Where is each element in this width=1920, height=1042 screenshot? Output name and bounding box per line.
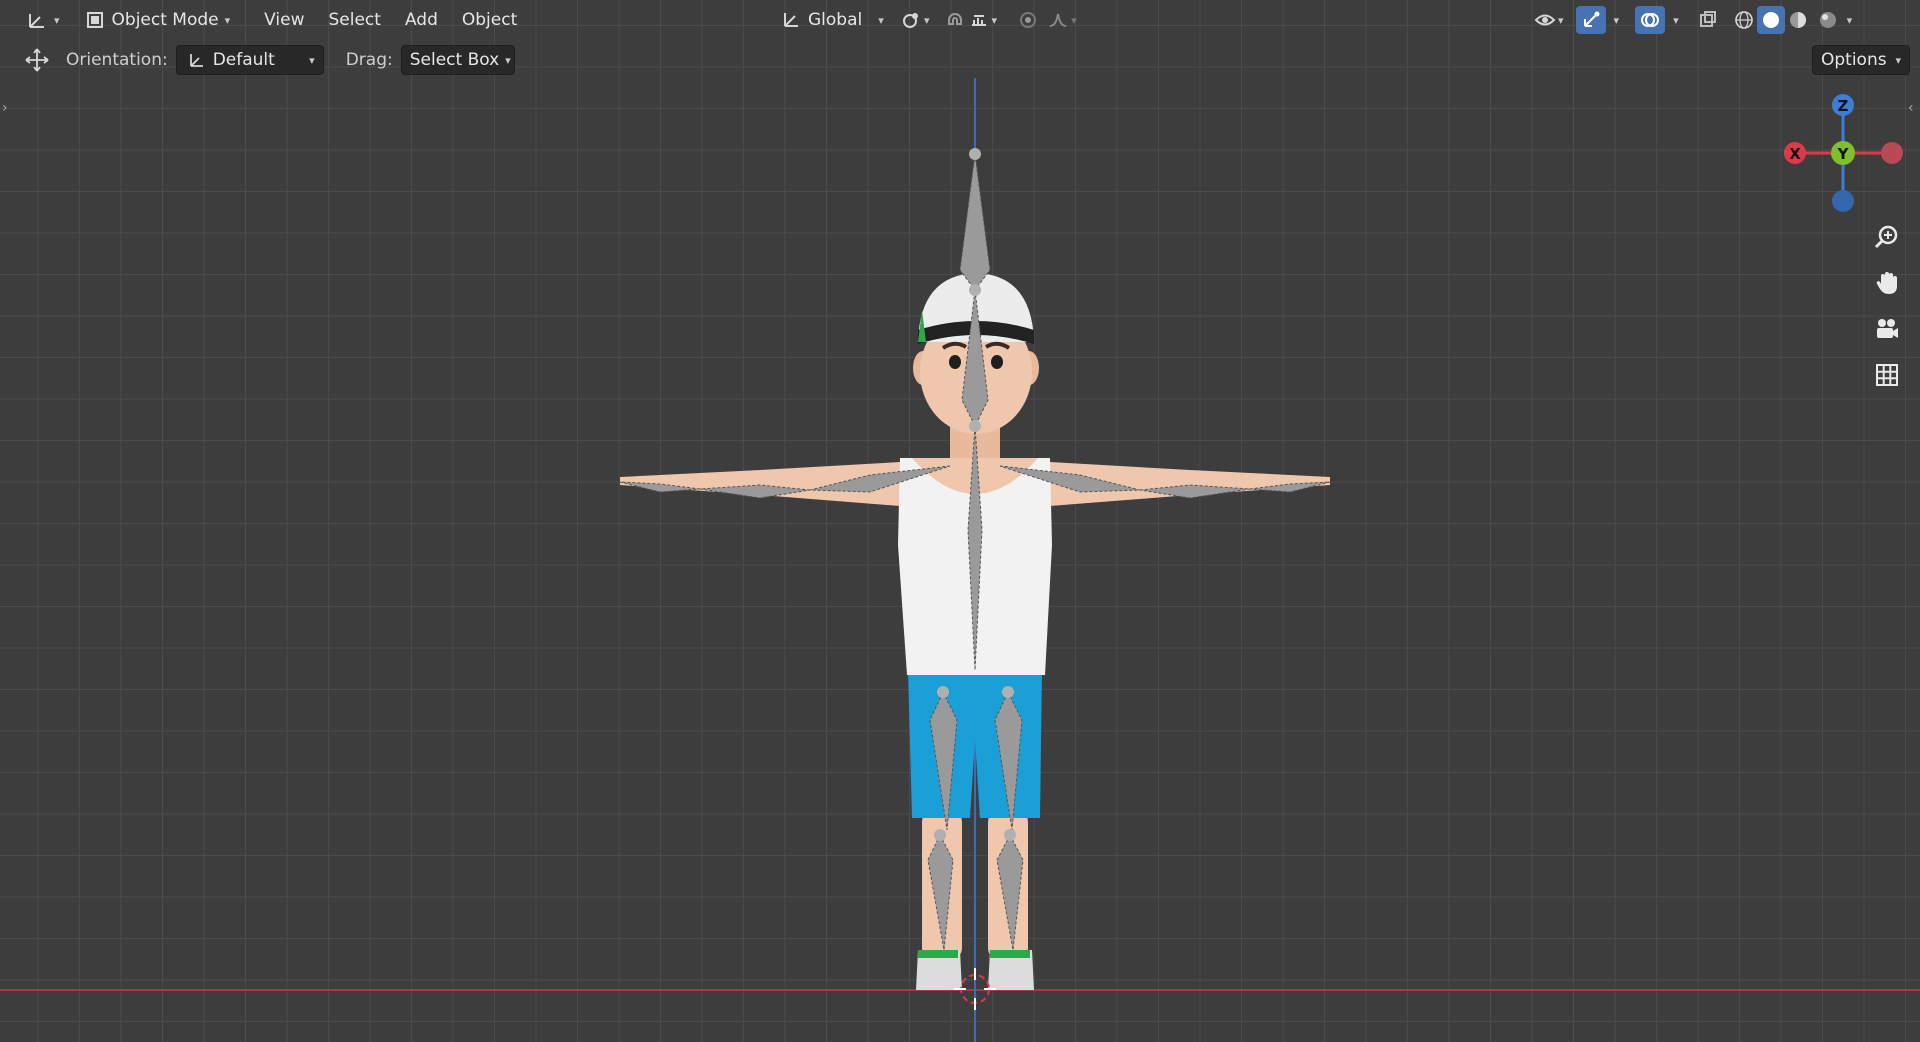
gizmo-neg-x <box>1881 142 1903 164</box>
orientation-axes-icon <box>780 9 802 31</box>
mode-selector[interactable]: Object Mode ▾ <box>76 5 239 35</box>
viewport-header: ▾ Object Mode ▾ View Select Add Object G… <box>0 0 1920 40</box>
transform-orientation-label: Global <box>808 10 863 30</box>
chevron-down-icon: ▾ <box>224 13 231 27</box>
right-eye <box>991 355 1003 369</box>
left-shoe-stripe <box>918 950 958 958</box>
chevron-down-icon[interactable]: ▾ <box>1847 14 1853 27</box>
shorts <box>908 670 1042 818</box>
hand-icon <box>1876 272 1897 294</box>
xray-toggle-icon[interactable] <box>1697 9 1719 31</box>
chevron-down-icon[interactable]: ▾ <box>1673 14 1679 27</box>
navigation-gizmo[interactable]: Z X Y <box>1780 90 1910 220</box>
drag-dropdown[interactable]: Select Box ▾ <box>400 45 515 75</box>
gizmo-z-label: Z <box>1838 97 1849 115</box>
pan-button[interactable] <box>1868 264 1906 302</box>
overlays-toggle-button[interactable] <box>1635 6 1666 34</box>
snap-magnet-icon[interactable] <box>944 9 966 31</box>
gizmo-y-label: Y <box>1837 145 1850 163</box>
camera-icon <box>1877 319 1898 338</box>
menu-view[interactable]: View <box>252 5 316 35</box>
right-shoe-stripe <box>990 950 1030 958</box>
orientation-label: Orientation: <box>66 50 168 70</box>
rendered-shading-icon[interactable] <box>1817 9 1839 31</box>
gizmo-toggle-button[interactable] <box>1575 6 1606 34</box>
snap-increment-icon[interactable] <box>968 9 990 31</box>
menu-add[interactable]: Add <box>393 5 450 35</box>
3d-viewport[interactable] <box>0 0 1920 1042</box>
tool-settings-bar: Orientation: Default ▾ Drag: Select Box … <box>0 42 1920 78</box>
toolbar-expand-arrow[interactable]: › <box>2 100 8 116</box>
chevron-down-icon[interactable]: ▾ <box>1614 14 1620 27</box>
chevron-down-icon: ▾ <box>54 13 60 27</box>
grid-icon <box>1876 364 1898 386</box>
falloff-curve-icon[interactable] <box>1047 9 1069 31</box>
chevron-down-icon[interactable]: ▾ <box>1071 14 1077 27</box>
chevron-down-icon: ▾ <box>878 13 884 27</box>
axes-icon <box>26 9 48 31</box>
move-tool-icon[interactable] <box>24 47 50 73</box>
orientation-axes-icon <box>185 49 207 71</box>
object-mode-icon <box>84 9 106 31</box>
menu-select[interactable]: Select <box>317 5 393 35</box>
gizmo-icon <box>1580 9 1602 31</box>
armature <box>619 153 1331 951</box>
navigation-tools <box>1868 218 1906 402</box>
orientation-dropdown[interactable]: Default ▾ <box>175 45 324 75</box>
solid-shading-icon <box>1760 9 1782 31</box>
gizmo-neg-z <box>1832 190 1854 212</box>
rigged-character[interactable] <box>600 140 1360 1020</box>
wireframe-shading-icon[interactable] <box>1733 9 1755 31</box>
visibility-eye-icon[interactable] <box>1534 9 1556 31</box>
editor-type-button[interactable]: ▾ <box>18 5 68 35</box>
left-eye <box>949 355 961 369</box>
mode-label: Object Mode <box>111 10 219 30</box>
chevron-down-icon: ▾ <box>505 53 511 67</box>
transform-orientation-dropdown[interactable]: Global ▾ <box>772 5 892 35</box>
pivot-point-icon[interactable] <box>900 9 922 31</box>
options-label: Options <box>1821 50 1887 70</box>
menu-object[interactable]: Object <box>450 5 529 35</box>
drag-label: Drag: <box>345 50 393 70</box>
zoom-button[interactable] <box>1868 218 1906 256</box>
overlays-icon <box>1639 9 1661 31</box>
chevron-down-icon: ▾ <box>309 53 315 67</box>
drag-value: Select Box <box>409 50 500 70</box>
chevron-down-icon[interactable]: ▾ <box>924 14 930 27</box>
chevron-down-icon[interactable]: ▾ <box>1558 14 1564 27</box>
solid-shading-button[interactable] <box>1756 6 1785 34</box>
chevron-down-icon: ▾ <box>1895 53 1901 67</box>
options-dropdown[interactable]: Options ▾ <box>1812 45 1910 75</box>
zoom-icon <box>1874 225 1898 249</box>
material-preview-icon[interactable] <box>1787 9 1809 31</box>
proportional-editing-icon[interactable] <box>1017 9 1039 31</box>
perspective-toggle-button[interactable] <box>1868 356 1906 394</box>
bone-head <box>959 153 991 291</box>
camera-view-button[interactable] <box>1868 310 1906 348</box>
gizmo-x-label: X <box>1789 145 1801 163</box>
orientation-value: Default <box>212 50 275 70</box>
chevron-down-icon[interactable]: ▾ <box>992 14 998 27</box>
